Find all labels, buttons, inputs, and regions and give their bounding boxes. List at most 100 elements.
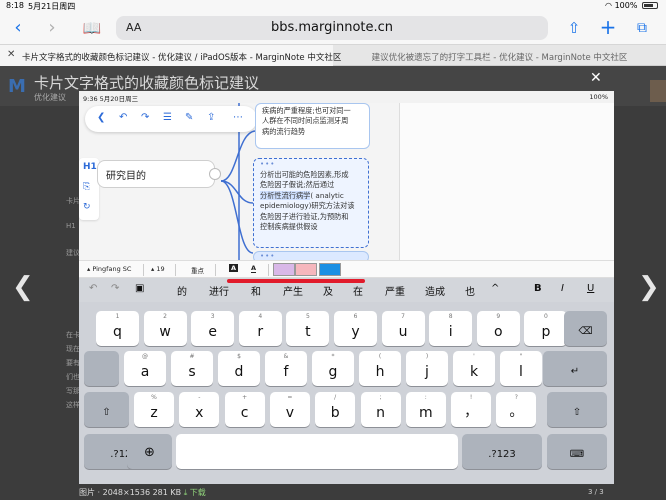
- italic-button[interactable]: I: [561, 283, 564, 294]
- new-tab-icon[interactable]: +: [596, 15, 620, 39]
- key-z[interactable]: % z: [134, 392, 174, 427]
- key-secondary-label: ": [519, 353, 523, 360]
- suggestion[interactable]: 进行: [209, 283, 229, 298]
- refresh-icon[interactable]: ↻: [83, 202, 91, 212]
- key-u[interactable]: 7u: [381, 311, 425, 346]
- tabs-overview-icon[interactable]: ⧉: [630, 16, 654, 40]
- key-i[interactable]: 8i: [429, 311, 473, 346]
- suggestion[interactable]: 和: [251, 283, 261, 298]
- key-b[interactable]: / b: [315, 392, 356, 427]
- previous-image-icon[interactable]: ❮: [12, 272, 34, 302]
- suggestion[interactable]: 严重: [385, 283, 405, 298]
- more-icon[interactable]: ⋯: [233, 112, 243, 123]
- clipboard-icon[interactable]: ▣: [135, 283, 144, 294]
- card-text-inline: ( analytic: [310, 190, 344, 200]
- copy-icon[interactable]: ⎘: [83, 182, 90, 192]
- close-lightbox-icon[interactable]: ✕: [590, 70, 602, 86]
- list-icon[interactable]: ☰: [163, 112, 172, 123]
- edit-icon[interactable]: ✎: [185, 112, 193, 123]
- redo-icon[interactable]: ↷: [111, 283, 119, 294]
- key-v[interactable]: = v: [269, 392, 310, 427]
- share-icon[interactable]: ⇪: [207, 112, 215, 123]
- back-icon[interactable]: ❮: [97, 112, 105, 123]
- lightbox-image: 9:36 5月20日周三 100% ❮ ↶ ↷ ☰ ✎ ⇪ ⋯ H1 ⎘ ↻ 研…: [79, 91, 614, 484]
- address-bar[interactable]: AA bbs.marginnote.cn: [116, 16, 548, 40]
- key-c[interactable]: + c: [224, 392, 265, 427]
- key-g[interactable]: * g: [312, 351, 354, 386]
- key-。[interactable]: ?。: [496, 392, 537, 427]
- key-e[interactable]: 3e: [191, 311, 235, 346]
- share-icon[interactable]: ⇧: [562, 16, 586, 40]
- key-p[interactable]: 0p: [524, 311, 568, 346]
- note-card[interactable]: 疾病的严重程度;也可对同一 人群在不同时间点监测牙周 病的流行趋势: [255, 103, 370, 149]
- key-h[interactable]: (h: [359, 351, 401, 386]
- key-secondary-label: 6: [353, 313, 358, 320]
- color-swatch-pink[interactable]: [295, 263, 317, 276]
- forward-icon[interactable]: ›: [40, 16, 64, 40]
- node-collapse-handle[interactable]: [209, 168, 221, 180]
- shift-key-right[interactable]: ⇧: [547, 392, 607, 427]
- suggestion[interactable]: 也: [465, 283, 475, 298]
- key-secondary-label: *: [331, 353, 335, 360]
- underline-button[interactable]: U: [587, 283, 594, 294]
- url-text[interactable]: bbs.marginnote.cn: [116, 20, 548, 35]
- mindmap-node[interactable]: 研究目的: [97, 160, 215, 188]
- key-q[interactable]: 1q: [96, 311, 139, 346]
- download-link[interactable]: ⤓ 下载: [184, 488, 206, 497]
- key-d[interactable]: $ d: [218, 351, 260, 386]
- key-a[interactable]: @ a: [124, 351, 166, 386]
- key-w[interactable]: 2w: [143, 311, 187, 346]
- tab-active[interactable]: ✕ 卡片文字格式的收藏颜色标记建议 - 优化建议 / iPadOS版本 - Ma…: [0, 45, 341, 67]
- suggestion[interactable]: 造成: [425, 283, 445, 298]
- expand-suggestions-icon[interactable]: ^: [491, 283, 499, 294]
- card-line: 危险因子进行验证,为预防和: [260, 211, 349, 221]
- key-s[interactable]: # s: [171, 351, 213, 386]
- key-j[interactable]: ) j: [406, 351, 448, 386]
- key-k[interactable]: ' k: [453, 351, 495, 386]
- suggestion[interactable]: 产生: [283, 283, 303, 298]
- card-line: 病的流行趋势: [262, 126, 306, 136]
- heading-h1-button[interactable]: H1: [83, 162, 97, 172]
- key-x[interactable]: -x: [179, 392, 220, 427]
- shift-key-left[interactable]: ⇧: [84, 392, 129, 427]
- next-image-icon[interactable]: ❯: [638, 272, 660, 302]
- key-n[interactable]: ; n: [360, 392, 401, 427]
- font-size-selector[interactable]: ▴ 19: [151, 265, 165, 273]
- key-o[interactable]: 9o: [476, 311, 520, 346]
- color-swatch-purple[interactable]: [273, 263, 295, 276]
- key-l[interactable]: " l: [500, 351, 542, 386]
- text-color-button[interactable]: A: [251, 264, 257, 273]
- connector-line: [220, 130, 256, 182]
- key-f[interactable]: & f: [265, 351, 307, 386]
- key-y[interactable]: 6y: [334, 311, 377, 346]
- suggestion[interactable]: 的: [177, 283, 187, 298]
- suggestion[interactable]: 及: [323, 283, 333, 298]
- back-icon[interactable]: ‹: [6, 16, 30, 40]
- suggestion[interactable]: 在: [353, 283, 363, 298]
- redo-icon[interactable]: ↷: [141, 112, 149, 123]
- undo-icon[interactable]: ↶: [119, 112, 127, 123]
- space-key[interactable]: [176, 434, 458, 469]
- tab-inactive[interactable]: 建议优化被遗忘了的打字工具栏 - 优化建议 - MarginNote 中文社区: [333, 45, 666, 67]
- key-m[interactable]: :m: [405, 392, 446, 427]
- close-tab-icon[interactable]: ✕: [7, 49, 15, 60]
- focus-style-button[interactable]: 重点: [191, 265, 204, 275]
- note-card-selected[interactable]: ••• 分析出可能的危险因素,形成 危险因子假说;然后通过 分析性流行病学( a…: [253, 158, 369, 248]
- globe-icon: ⊕: [144, 445, 155, 460]
- globe-key[interactable]: ⊕: [127, 434, 172, 469]
- undo-icon[interactable]: ↶: [89, 283, 97, 294]
- bookmarks-icon[interactable]: 📖: [80, 16, 104, 40]
- tab-key[interactable]: [84, 351, 119, 386]
- key-，[interactable]: !，: [451, 392, 492, 427]
- backspace-key[interactable]: ⌫: [564, 311, 607, 346]
- hide-keyboard-key[interactable]: ⌨: [547, 434, 607, 469]
- color-swatch-blue[interactable]: [319, 263, 341, 276]
- key-r[interactable]: 4r: [238, 311, 282, 346]
- highlight-color-button[interactable]: A: [229, 264, 239, 272]
- font-selector[interactable]: ▴ Pingfang SC: [87, 265, 131, 273]
- bold-button[interactable]: B: [534, 283, 542, 294]
- key-label: r: [257, 324, 264, 340]
- key-t[interactable]: 5t: [286, 311, 330, 346]
- numbers-key-right[interactable]: .?123: [462, 434, 542, 469]
- return-key[interactable]: ↵: [543, 351, 607, 386]
